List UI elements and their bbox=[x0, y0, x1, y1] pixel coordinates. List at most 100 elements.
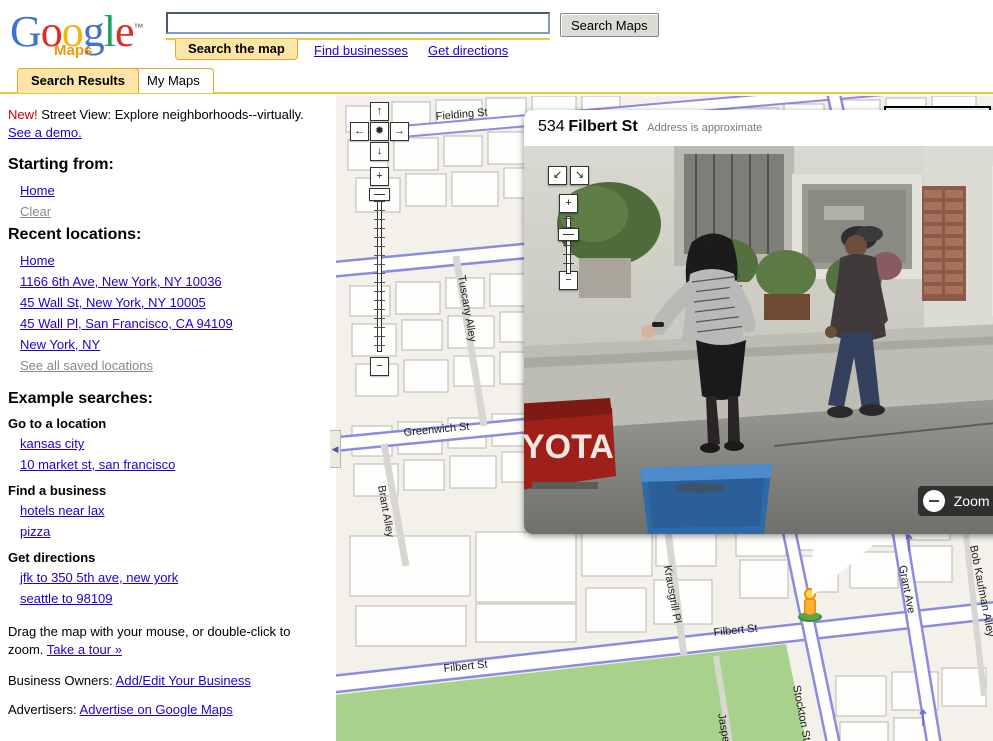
take-a-tour-link[interactable]: Take a tour » bbox=[47, 642, 122, 657]
pan-right-button[interactable]: → bbox=[390, 122, 409, 141]
add-edit-business-link[interactable]: Add/Edit Your Business bbox=[116, 673, 251, 688]
list-item: Home bbox=[8, 250, 322, 271]
example-group-directions-list: jfk to 350 5th ave, new york seattle to … bbox=[8, 567, 322, 609]
recycling-bin bbox=[640, 464, 772, 534]
main-tabs: Search Results My Maps bbox=[0, 64, 993, 94]
starting-from-list: Home Clear bbox=[8, 180, 322, 222]
truck-badge-text: YOTA bbox=[524, 428, 614, 466]
promo-text: Street View: Explore neighborhoods--virt… bbox=[41, 107, 304, 122]
map-zoom-in-button[interactable]: + bbox=[370, 167, 389, 186]
pan-up-button[interactable]: ↑ bbox=[370, 102, 389, 121]
sidebar-collapse-handle[interactable]: ◀ bbox=[330, 430, 341, 468]
example-hotels-near-lax[interactable]: hotels near lax bbox=[20, 503, 105, 518]
list-item: 10 market st, san francisco bbox=[8, 454, 322, 475]
recent-locations-list: Home 1166 6th Ave, New York, NY 10036 45… bbox=[8, 250, 322, 376]
search-maps-button[interactable]: Search Maps bbox=[560, 13, 659, 37]
chevron-left-icon: ◀ bbox=[331, 443, 339, 454]
list-item: pizza bbox=[8, 521, 322, 542]
subtab-get-directions[interactable]: Get directions bbox=[428, 43, 508, 58]
list-item: Home bbox=[8, 180, 322, 201]
tab-my-maps[interactable]: My Maps bbox=[133, 68, 214, 93]
logo-letter-6: e bbox=[115, 6, 135, 56]
recent-location-2[interactable]: 45 Wall St, New York, NY 10005 bbox=[20, 295, 206, 310]
example-searches-heading: Example searches: bbox=[8, 390, 153, 407]
see-a-demo-link[interactable]: See a demo. bbox=[8, 125, 82, 140]
subtab-find-businesses[interactable]: Find businesses bbox=[314, 43, 408, 58]
example-group-title-directions: Get directions bbox=[8, 550, 96, 565]
advertisers-label: Advertisers: bbox=[8, 702, 77, 717]
popup-header: 534 Filbert St Address is approximate St… bbox=[524, 110, 993, 146]
pan-left-button[interactable]: ← bbox=[350, 122, 369, 141]
recent-location-home[interactable]: Home bbox=[20, 253, 55, 268]
example-group-title-location: Go to a location bbox=[8, 416, 107, 431]
logo-trademark: ™ bbox=[133, 22, 144, 33]
street-view-photo[interactable]: YOTA ↙ ↘ + − Zoom bbox=[524, 146, 993, 534]
advertisers-row: Advertisers: Advertise on Google Maps bbox=[8, 702, 322, 717]
business-owners-label: Business Owners: bbox=[8, 673, 113, 688]
recent-location-1[interactable]: 1166 6th Ave, New York, NY 10036 bbox=[20, 274, 222, 289]
logo-letter-1: G bbox=[10, 6, 42, 56]
logo-maps-word: Maps bbox=[54, 42, 93, 59]
recenter-button[interactable]: ✹ bbox=[370, 122, 389, 141]
list-item: 45 Wall Pl, San Francisco, CA 94109 bbox=[8, 313, 322, 334]
example-group-business-list: hotels near lax pizza bbox=[8, 500, 322, 542]
list-item: hotels near lax bbox=[8, 500, 322, 521]
rotate-right-button[interactable]: ↘ bbox=[570, 166, 589, 185]
example-group-location-list: kansas city 10 market st, san francisco bbox=[8, 433, 322, 475]
minus-circle-icon bbox=[922, 490, 945, 512]
example-seattle-to-98109[interactable]: seattle to 98109 bbox=[20, 591, 113, 606]
tab-search-results[interactable]: Search Results bbox=[17, 68, 139, 93]
list-item: New York, NY bbox=[8, 334, 322, 355]
street-view-zoom-slider-thumb[interactable] bbox=[558, 228, 579, 241]
list-item: kansas city bbox=[8, 433, 322, 454]
advertise-link[interactable]: Advertise on Google Maps bbox=[80, 702, 233, 717]
street-view-promo: New! Street View: Explore neighborhoods-… bbox=[8, 106, 322, 142]
list-item: Clear bbox=[8, 201, 322, 222]
list-item: See all saved locations bbox=[8, 355, 322, 376]
map-canvas[interactable]: Fielding St Lombard St Tuscany Alley Gre… bbox=[336, 96, 993, 741]
recent-locations-heading: Recent locations: bbox=[8, 226, 142, 243]
map-zoom-ticks bbox=[374, 192, 385, 350]
example-market-st[interactable]: 10 market st, san francisco bbox=[20, 457, 175, 472]
pegman-marker[interactable] bbox=[796, 586, 824, 622]
street-view-zoom-in-button[interactable]: + bbox=[559, 194, 578, 213]
map-zoom-out-button[interactable]: − bbox=[370, 357, 389, 376]
logo-letter-5: l bbox=[103, 6, 116, 56]
recent-location-4[interactable]: New York, NY bbox=[20, 337, 100, 352]
example-kansas-city[interactable]: kansas city bbox=[20, 436, 84, 451]
map-zoom-slider-thumb[interactable] bbox=[369, 188, 390, 201]
list-item: seattle to 98109 bbox=[8, 588, 322, 609]
list-item: jfk to 350 5th ave, new york bbox=[8, 567, 322, 588]
example-group-title-business: Find a business bbox=[8, 483, 107, 498]
google-maps-logo[interactable]: Google™ Maps bbox=[10, 6, 158, 59]
pan-down-button[interactable]: ↓ bbox=[370, 142, 389, 161]
starting-from-home[interactable]: Home bbox=[20, 183, 55, 198]
google-maps-page: Google™ Maps Search Maps Search the map … bbox=[0, 0, 993, 741]
popup-approximate-note: Address is approximate bbox=[647, 122, 763, 134]
example-jfk-to-5th-ave[interactable]: jfk to 350 5th ave, new york bbox=[20, 570, 178, 585]
zoom-out-label: Zoom Out bbox=[953, 493, 993, 509]
sidebar: New! Street View: Explore neighborhoods-… bbox=[0, 96, 330, 741]
popup-body: 534 Filbert St Address is approximate St… bbox=[524, 110, 993, 534]
list-item: 1166 6th Ave, New York, NY 10036 bbox=[8, 271, 322, 292]
promo-new-tag: New! bbox=[8, 107, 38, 122]
search-mode-tabs: Search the map Find businesses Get direc… bbox=[166, 38, 550, 62]
zoom-out-overlay-button[interactable]: Zoom Out bbox=[917, 486, 993, 516]
business-owners-row: Business Owners: Add/Edit Your Business bbox=[8, 673, 322, 688]
rotate-left-button[interactable]: ↙ bbox=[548, 166, 567, 185]
popup-address-street: Filbert St bbox=[568, 118, 638, 135]
starting-from-clear[interactable]: Clear bbox=[20, 204, 51, 219]
header: Google™ Maps Search Maps Search the map … bbox=[0, 0, 993, 64]
street-view-popup: 534 Filbert St Address is approximate St… bbox=[524, 110, 993, 534]
recent-location-3[interactable]: 45 Wall Pl, San Francisco, CA 94109 bbox=[20, 316, 233, 331]
street-view-scene: YOTA bbox=[524, 146, 993, 534]
subtab-search-the-map[interactable]: Search the map bbox=[175, 39, 298, 60]
starting-from-heading: Starting from: bbox=[8, 156, 114, 173]
see-all-saved-locations-link[interactable]: See all saved locations bbox=[20, 358, 153, 373]
list-item: 45 Wall St, New York, NY 10005 bbox=[8, 292, 322, 313]
street-view-zoom-ticks bbox=[563, 218, 574, 272]
drag-map-note: Drag the map with your mouse, or double-… bbox=[8, 623, 322, 659]
popup-address-number: 534 bbox=[538, 118, 565, 135]
search-input[interactable] bbox=[166, 12, 550, 34]
example-pizza[interactable]: pizza bbox=[20, 524, 50, 539]
